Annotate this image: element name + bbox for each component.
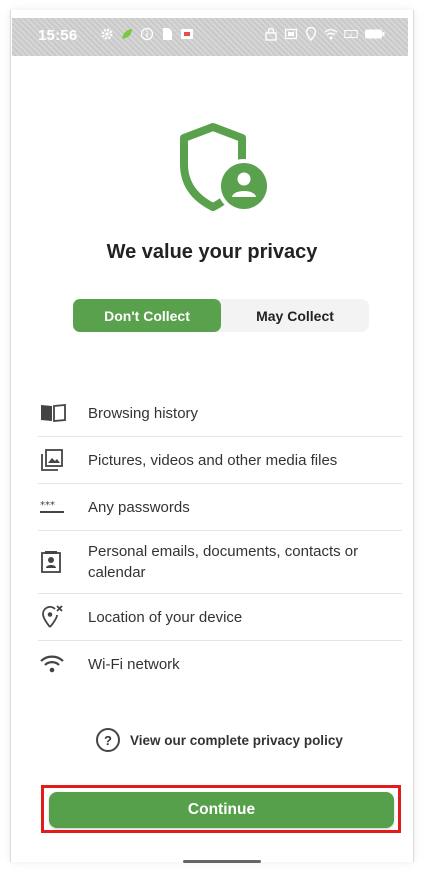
list-item: Browsing history	[38, 390, 402, 437]
list-item-label: Pictures, videos and other media files	[88, 451, 338, 469]
privacy-shield-icon	[176, 122, 276, 222]
list-item: Wi-Fi network	[38, 641, 402, 687]
location-off-icon	[38, 605, 88, 629]
home-indicator[interactable]	[183, 860, 261, 863]
privacy-policy-link[interactable]: ? View our complete privacy policy	[96, 726, 343, 754]
privacy-policy-label: View our complete privacy policy	[130, 732, 343, 748]
password-icon: ***	[38, 500, 88, 514]
status-time: 15:56	[38, 27, 78, 44]
settings-gear-icon	[100, 27, 114, 41]
location-pin-icon	[304, 27, 318, 41]
battery-icon	[364, 27, 386, 41]
list-item-label: Any passwords	[88, 498, 190, 516]
data-list: Browsing history Pictures, videos and ot…	[38, 390, 402, 687]
collect-toggle: Don't Collect May Collect	[73, 299, 369, 332]
data-icon: x	[344, 27, 358, 41]
page-title: We value your privacy	[106, 241, 318, 263]
list-item-label: Browsing history	[88, 404, 199, 422]
wifi-status-icon	[324, 27, 338, 41]
list-item-label: Wi-Fi network	[88, 655, 180, 673]
status-bar: 15:56 x	[12, 18, 408, 56]
contact-card-icon	[38, 550, 88, 574]
leaf-app-icon	[120, 27, 134, 41]
info-icon	[140, 27, 154, 41]
cast-icon	[284, 27, 298, 41]
image-gallery-icon	[38, 449, 88, 471]
list-item: Personal emails, documents, contacts or …	[38, 531, 402, 594]
list-item: *** Any passwords	[38, 484, 402, 531]
list-item: Pictures, videos and other media files	[38, 437, 402, 484]
book-icon	[38, 403, 88, 423]
list-item: Location of your device	[38, 594, 402, 641]
tab-may-collect[interactable]: May Collect	[221, 299, 369, 332]
wifi-icon	[38, 654, 88, 674]
status-left-icons	[100, 27, 194, 41]
notification-app-icon	[180, 27, 194, 41]
continue-button[interactable]: Continue	[49, 792, 394, 828]
sim-icon	[160, 27, 174, 41]
continue-highlight: Continue	[41, 785, 401, 833]
svg-text:***: ***	[40, 500, 55, 511]
help-question-icon: ?	[96, 728, 120, 752]
status-right-icons: x	[264, 27, 386, 41]
tab-dont-collect[interactable]: Don't Collect	[73, 299, 221, 332]
lock-icon	[264, 27, 278, 41]
list-item-label: Location of your device	[88, 608, 243, 626]
list-item-label: Personal emails, documents, contacts or …	[88, 543, 359, 581]
